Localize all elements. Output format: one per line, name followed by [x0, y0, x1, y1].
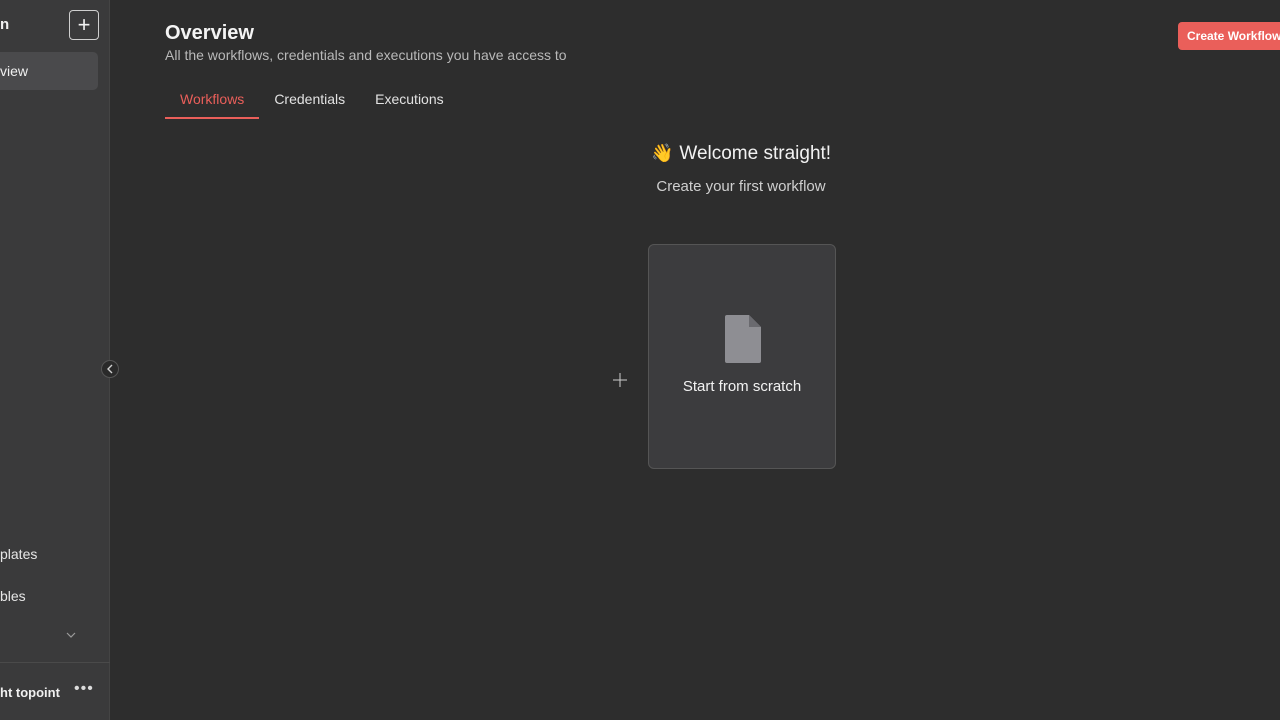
tab-bar: Workflows Credentials Executions	[165, 88, 459, 119]
sidebar: n + view plates bles ht topoint •••	[0, 0, 110, 720]
wave-icon: 👋	[650, 143, 674, 163]
tab-credentials[interactable]: Credentials	[259, 88, 360, 119]
tab-executions[interactable]: Executions	[360, 88, 458, 119]
add-button[interactable]: +	[69, 10, 99, 40]
page-subtitle: All the workflows, credentials and execu…	[165, 47, 567, 63]
welcome-subtitle: Create your first workflow	[656, 178, 826, 195]
user-name: ht topoint	[0, 685, 60, 700]
card-label: Start from scratch	[682, 378, 802, 395]
start-from-scratch-card[interactable]: Start from scratch	[648, 244, 836, 469]
create-workflow-button[interactable]: Create Workflow	[1178, 22, 1280, 50]
welcome-heading: 👋 Welcome straight!	[560, 143, 922, 165]
tab-workflows[interactable]: Workflows	[165, 88, 260, 119]
sidebar-item-templates[interactable]: plates	[0, 546, 37, 562]
collapse-sidebar-button[interactable]	[101, 360, 119, 378]
more-options-button[interactable]: •••	[74, 680, 94, 698]
app-logo: n	[0, 16, 10, 33]
chevron-down-icon[interactable]	[66, 628, 76, 642]
file-icon	[725, 315, 761, 363]
sidebar-item-label: bles	[0, 588, 26, 604]
sidebar-item-variables[interactable]: bles	[0, 588, 26, 604]
sidebar-item-label: plates	[0, 546, 38, 562]
crosshair-cursor-icon	[612, 372, 628, 393]
page-title: Overview	[165, 22, 254, 44]
sidebar-item-label: view	[0, 63, 29, 79]
sidebar-item-overview[interactable]: view	[0, 52, 98, 90]
welcome-title: Welcome straight!	[679, 143, 832, 164]
sidebar-divider	[0, 662, 110, 663]
